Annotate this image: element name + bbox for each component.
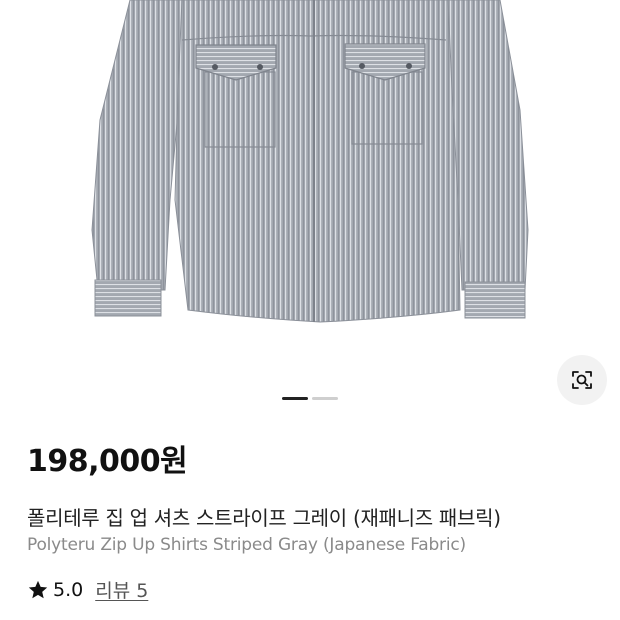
- image-search-icon: [572, 371, 592, 389]
- product-image[interactable]: [0, 0, 620, 340]
- shirt-illustration: [91, 0, 529, 323]
- gallery-pager: [282, 397, 338, 400]
- rating-row: 5.0 리뷰 5: [27, 576, 148, 603]
- product-title-korean: 폴리테루 집 업 셔츠 스트라이프 그레이 (재패니즈 패브릭): [27, 506, 501, 530]
- review-count-link[interactable]: 리뷰 5: [95, 576, 148, 603]
- star-icon: [28, 580, 48, 598]
- product-title-english: Polyteru Zip Up Shirts Striped Gray (Jap…: [27, 535, 466, 555]
- image-search-button[interactable]: [557, 355, 607, 405]
- rating-value: 5.0: [53, 578, 84, 601]
- product-price: 198,000원: [27, 444, 188, 479]
- pager-dot-active[interactable]: [282, 397, 308, 400]
- pager-dot[interactable]: [312, 397, 338, 400]
